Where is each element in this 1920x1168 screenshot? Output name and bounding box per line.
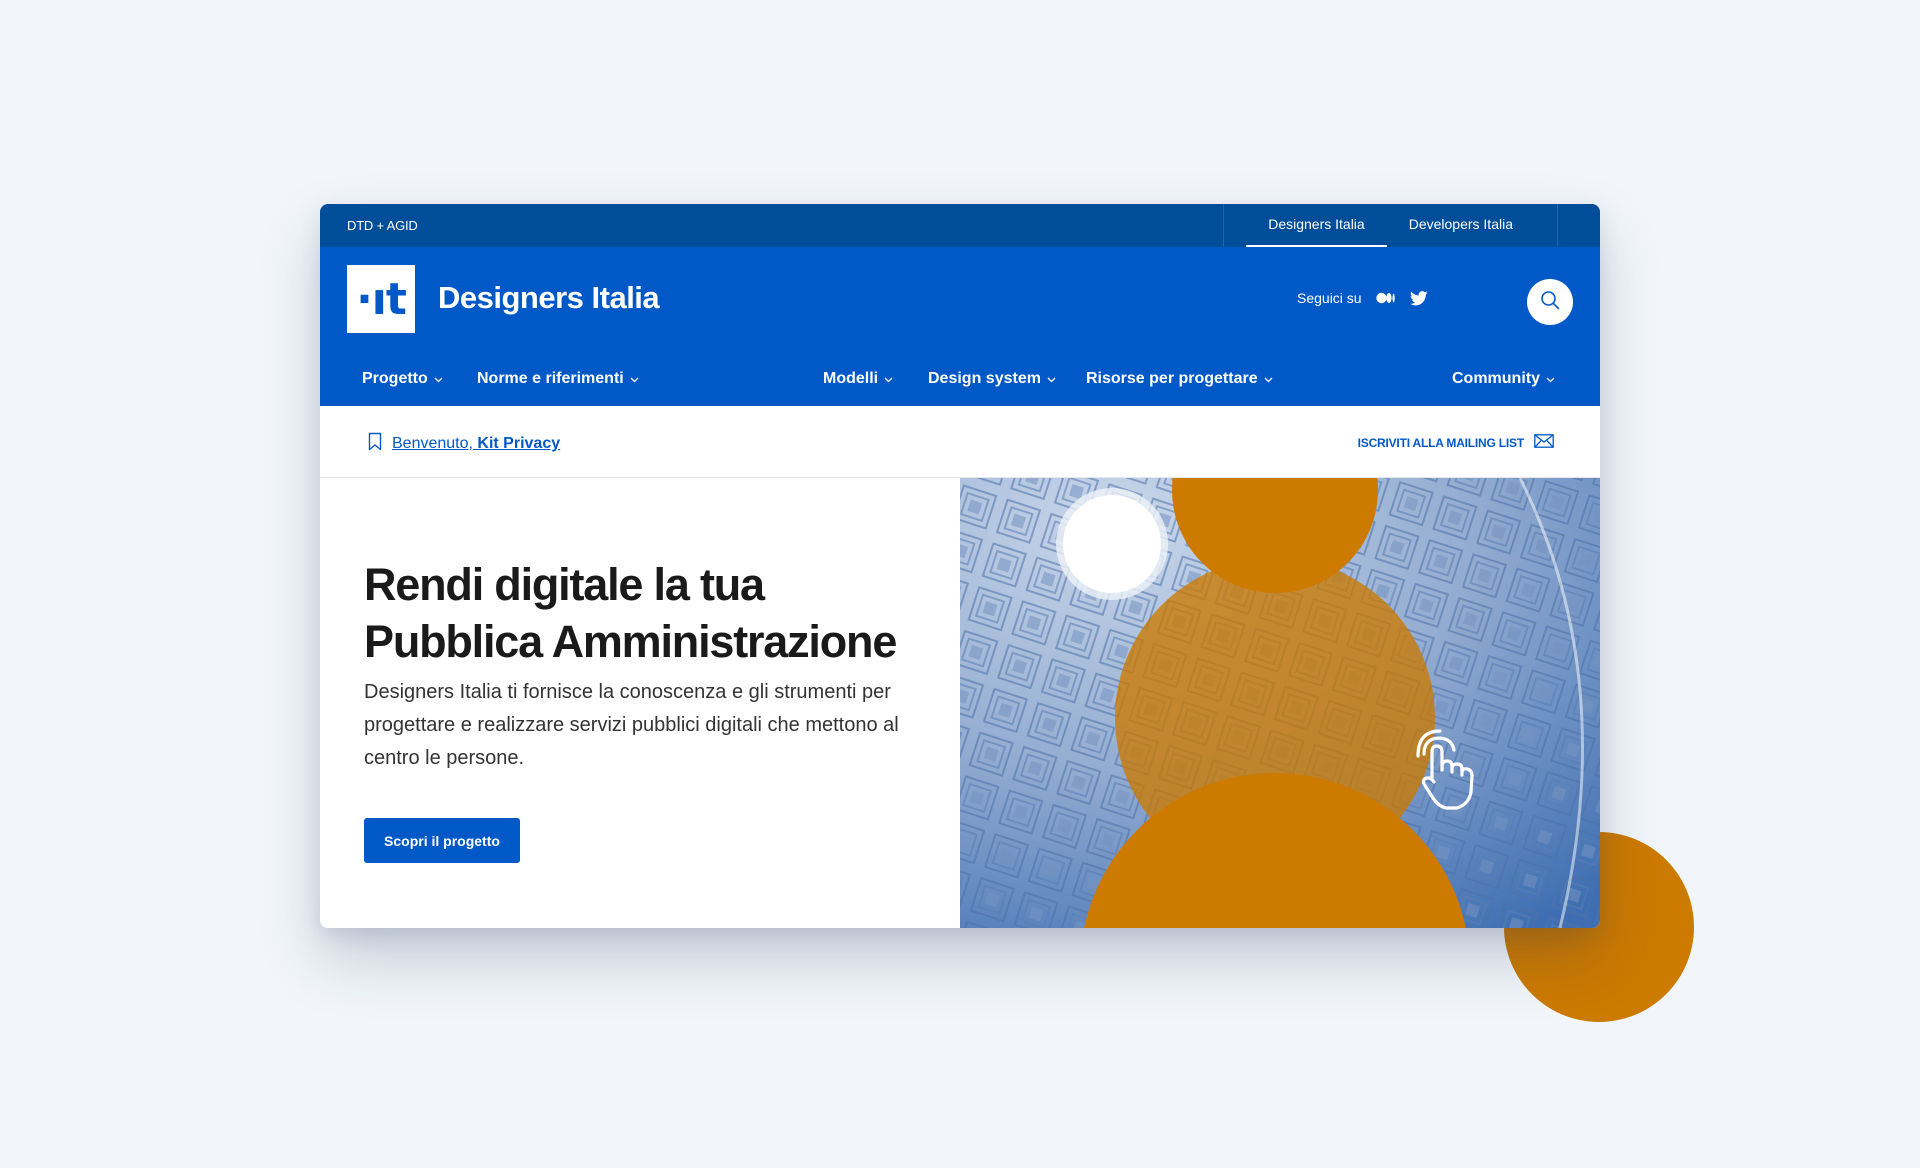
nav-label: Norme e riferimenti (477, 370, 624, 387)
slim-brand-link[interactable]: DTD + AGID (347, 218, 418, 233)
discover-project-button[interactable]: Scopri il progetto (364, 818, 520, 863)
slim-links: Designers Italia Developers Italia (1223, 204, 1558, 247)
nav-label: Risorse per progettare (1086, 370, 1258, 387)
hero-section: Rendi digitale la tua Pubblica Amministr… (320, 478, 1600, 928)
browser-window: DTD + AGID Designers Italia Developers I… (320, 204, 1600, 928)
nav-item-design-system[interactable]: Design system (928, 370, 1056, 388)
mailing-list-link[interactable]: ISCRIVITI ALLA MAILING LIST (1358, 434, 1554, 451)
slim-link-designers-italia[interactable]: Designers Italia (1246, 204, 1387, 247)
nav-label: Design system (928, 370, 1041, 387)
search-icon (1540, 290, 1560, 315)
breadcrumb: Benvenuto, Kit Privacy ISCRIVITI ALLA MA… (320, 406, 1600, 478)
nav-label: Progetto (362, 370, 428, 387)
nav-label: Community (1452, 370, 1540, 387)
chevron-down-icon (630, 377, 639, 383)
chevron-down-icon (1047, 377, 1056, 383)
welcome-link[interactable]: Benvenuto, Kit Privacy (392, 435, 560, 453)
chevron-down-icon (1546, 377, 1555, 383)
follow-label: Seguici su (1297, 290, 1362, 306)
nav-item-risorse[interactable]: Risorse per progettare (1086, 370, 1273, 388)
nav-item-norme[interactable]: Norme e riferimenti (477, 370, 639, 388)
mail-icon (1534, 434, 1554, 451)
nav-item-modelli[interactable]: Modelli (823, 370, 893, 388)
nav-item-community[interactable]: Community (1452, 370, 1555, 388)
mailing-label: ISCRIVITI ALLA MAILING LIST (1357, 435, 1525, 450)
welcome-prefix: Benvenuto, (392, 435, 478, 452)
slim-header: DTD + AGID Designers Italia Developers I… (320, 204, 1600, 247)
site-logo[interactable]: ·ıt (347, 265, 415, 333)
chevron-down-icon (884, 377, 893, 383)
welcome-current: Kit Privacy (477, 435, 561, 452)
site-title[interactable]: Designers Italia (438, 280, 660, 316)
hero-image (960, 478, 1600, 928)
bookmark-icon (368, 432, 382, 456)
nav-item-progetto[interactable]: Progetto (362, 370, 443, 388)
medium-icon[interactable] (1375, 292, 1396, 304)
chevron-down-icon (1264, 377, 1273, 383)
hero-title: Rendi digitale la tua Pubblica Amministr… (364, 559, 897, 667)
chevron-down-icon (434, 377, 443, 383)
search-button[interactable] (1527, 279, 1573, 325)
center-header: ·ıt Designers Italia Seguici su (320, 247, 1600, 356)
nav-label: Modelli (823, 370, 879, 387)
hero-description: Designers Italia ti fornisce la conoscen… (364, 681, 899, 769)
twitter-icon[interactable] (1409, 290, 1428, 306)
slim-link-developers-italia[interactable]: Developers Italia (1387, 204, 1535, 247)
welcome-breadcrumb: Benvenuto, Kit Privacy (368, 432, 560, 456)
main-nav: Progetto Norme e riferimenti Modelli Des… (320, 356, 1600, 406)
hero-content: Rendi digitale la tua Pubblica Amministr… (320, 478, 960, 928)
social-follow: Seguici su (1297, 290, 1428, 306)
